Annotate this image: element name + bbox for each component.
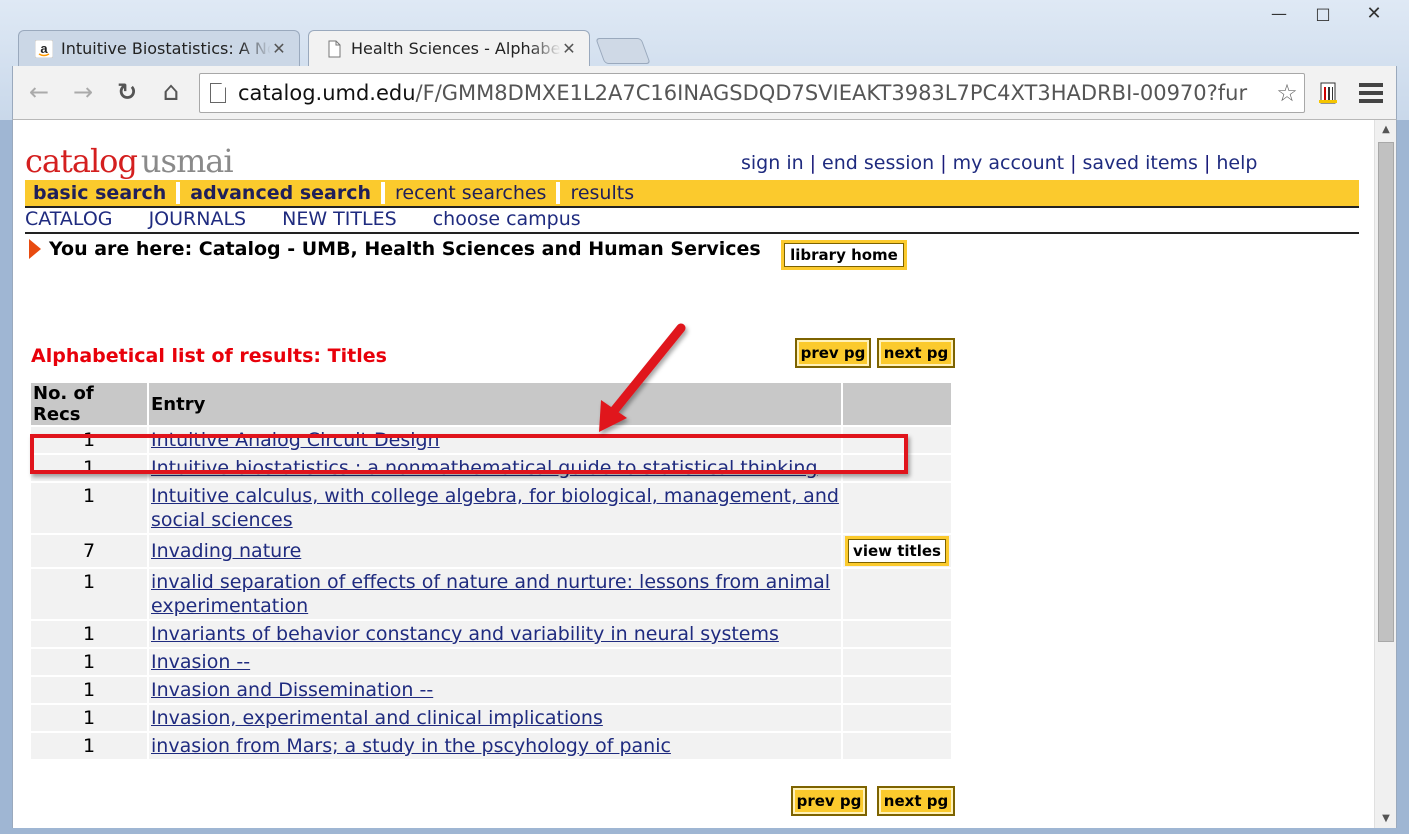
amazon-icon: a [35,39,53,58]
page-content: catalog usmai sign in | end session | my acco… [13,120,1376,828]
address-bar[interactable]: catalog.umd.edu/F/GMM8DMXE1L2A7C16INAGSD… [199,73,1305,113]
page-icon [210,83,226,103]
tab-amazon[interactable]: a Intuitive Biostatistics: A No ✕ [18,30,300,66]
window-controls: — □ ✕ [1257,0,1403,26]
reload-icon[interactable]: ↻ [111,76,143,108]
browser-chrome: — □ ✕ a Intuitive Biostatistics: A No ✕ … [0,0,1409,120]
page-icon [328,40,341,57]
extension-icon[interactable] [1315,80,1341,106]
url-path: /F/GMM8DMXE1L2A7C16INAGSDQD7SVIEAKT3983L… [415,81,1248,105]
hamburger-menu-icon[interactable] [1358,80,1384,106]
svg-text:a: a [40,41,48,56]
vertical-scrollbar[interactable]: ▲ ▼ [1374,120,1396,828]
forward-arrow-icon[interactable]: → [67,76,99,108]
close-window-button[interactable]: ✕ [1345,0,1403,26]
browser-toolbar: ← → ↻ ⌂ catalog.umd.edu/F/GMM8DMXE1L2A7C… [12,66,1397,120]
minimize-button[interactable]: — [1257,0,1301,26]
home-icon[interactable]: ⌂ [155,76,187,108]
scroll-up-icon[interactable]: ▲ [1375,124,1396,135]
url-text[interactable]: catalog.umd.edu/F/GMM8DMXE1L2A7C16INAGSD… [238,81,1270,105]
tab-close-icon[interactable]: ✕ [271,39,287,58]
tab-health-sciences[interactable]: Health Sciences - Alphabe ✕ [308,30,590,66]
back-arrow-icon[interactable]: ← [23,76,55,108]
scrollbar-thumb[interactable] [1378,142,1394,642]
url-host: catalog.umd.edu [238,81,416,105]
tab-title: Health Sciences - Alphabe [351,39,561,58]
maximize-button[interactable]: □ [1301,0,1345,26]
tab-strip: a Intuitive Biostatistics: A No ✕ Health… [18,30,651,66]
tab-title: Intuitive Biostatistics: A No [61,39,271,58]
bookmark-star-icon[interactable]: ☆ [1270,79,1304,107]
tab-close-icon[interactable]: ✕ [561,39,577,58]
page-viewport: catalog usmai sign in | end session | my acco… [12,120,1397,828]
annotation-arrow-icon [599,323,686,432]
new-tab-button[interactable] [595,38,651,64]
scroll-down-icon[interactable]: ▼ [1375,813,1396,824]
